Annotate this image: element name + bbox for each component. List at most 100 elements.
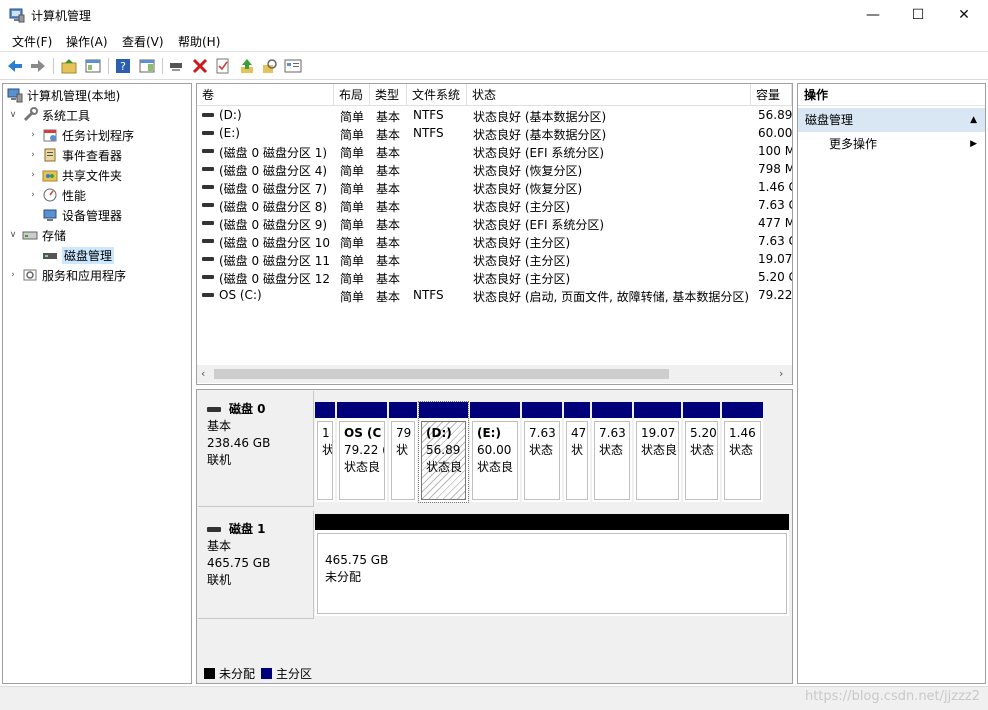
search-icon[interactable]: [261, 57, 279, 75]
partition-block[interactable]: 7.63 状态: [522, 402, 562, 502]
volume-cell: 简单: [340, 182, 365, 196]
expand-icon[interactable]: ›: [27, 170, 39, 180]
partition-block[interactable]: 1.46 状态: [722, 402, 763, 502]
column-header-layout[interactable]: 布局: [334, 84, 370, 106]
action-more-actions[interactable]: 更多操作 ▶: [798, 132, 985, 156]
partition-size: 47: [571, 426, 587, 440]
column-header-capacity[interactable]: 容量: [751, 84, 792, 106]
volume-row[interactable]: (D:) 简单 基本 NTFS 状态良好 (基本数据分区) 56.89: [197, 106, 792, 124]
task-scheduler-icon: [43, 129, 57, 142]
volume-row[interactable]: (磁盘 0 磁盘分区 10) 简单基本 状态良好 (主分区) 7.63 G: [197, 232, 792, 250]
up-arrow-icon[interactable]: [238, 57, 256, 75]
expand-icon[interactable]: ›: [27, 150, 39, 160]
tree-item-computer-management[interactable]: 计算机管理(本地): [7, 86, 120, 104]
disk-0-label[interactable]: 磁盘 0 基本 238.46 GB 联机: [198, 391, 314, 507]
column-header-status[interactable]: 状态: [467, 84, 751, 106]
volume-row[interactable]: (磁盘 0 磁盘分区 4) 简单 基本 状态良好 (恢复分区) 798 M: [197, 160, 792, 178]
partition-block[interactable]: 7.63 状态: [592, 402, 632, 502]
disk-management-icon: [43, 253, 57, 259]
show-hide-tree-icon[interactable]: [84, 57, 102, 75]
properties-pane-icon[interactable]: [138, 57, 156, 75]
partition-content: 5.20 状态: [685, 421, 718, 500]
partition-block[interactable]: (E:) 60.00 状态良: [470, 402, 520, 502]
volume-row[interactable]: (磁盘 0 磁盘分区 8) 简单基本 状态良好 (主分区) 7.63 G: [197, 196, 792, 214]
partition-block[interactable]: OS (C 79.22 (状态良: [337, 402, 387, 502]
minimize-button[interactable]: —: [850, 0, 896, 30]
expand-icon[interactable]: ›: [27, 190, 39, 200]
volume-cell: 56.89: [758, 108, 792, 122]
delete-icon[interactable]: [191, 57, 209, 75]
menu-view[interactable]: 查看(V): [122, 33, 164, 50]
tree-item-task-scheduler[interactable]: › 任务计划程序: [27, 126, 134, 144]
expand-icon[interactable]: ›: [7, 270, 19, 280]
partition-block[interactable]: (D:) 56.89 状态良: [418, 401, 469, 503]
tree-item-services-apps[interactable]: › 服务和应用程序: [7, 266, 126, 284]
disk-name: 磁盘 0: [229, 402, 266, 416]
column-header-filesystem[interactable]: 文件系统: [407, 84, 467, 106]
partition-block-unallocated[interactable]: 465.75 GB 未分配: [315, 514, 789, 616]
column-header-volume[interactable]: 卷: [197, 84, 334, 106]
expand-icon[interactable]: ∨: [7, 110, 19, 120]
tree-item-device-manager[interactable]: 设备管理器: [27, 206, 122, 224]
volume-cell: 状态良好 (基本数据分区): [473, 110, 607, 124]
partition-block[interactable]: 5.20 状态: [683, 402, 720, 502]
menu-help[interactable]: 帮助(H): [178, 33, 220, 50]
expand-icon[interactable]: ›: [27, 130, 39, 140]
volume-cell: 状态良好 (主分区): [473, 272, 571, 286]
volume-row[interactable]: (磁盘 0 磁盘分区 1) 简单 基本 状态良好 (EFI 系统分区) 100 M: [197, 142, 792, 160]
menu-action[interactable]: 操作(A): [66, 33, 108, 50]
volume-cell: 基本: [376, 236, 401, 250]
console-icon[interactable]: [284, 57, 302, 75]
maximize-button[interactable]: ☐: [895, 0, 941, 30]
partition-status: 状: [322, 443, 333, 457]
scroll-left-icon[interactable]: ‹: [201, 367, 205, 380]
volume-row[interactable]: (磁盘 0 磁盘分区 9) 简单 基本 状态良好 (EFI 系统分区) 477 M: [197, 214, 792, 232]
tree-item-event-viewer[interactable]: › 事件查看器: [27, 146, 122, 164]
volume-cell: 79.22: [758, 288, 792, 302]
expand-icon[interactable]: ∨: [7, 230, 19, 240]
close-button[interactable]: ✕: [941, 0, 987, 30]
volume-cell: 状态良好 (恢复分区): [473, 182, 583, 196]
volume-cell: 状态良好 (基本数据分区): [473, 128, 607, 142]
up-folder-icon[interactable]: [60, 57, 78, 75]
partition-bar: [634, 402, 681, 418]
partition-content: (D:) 56.89 状态良: [421, 421, 466, 500]
tree-item-system-tools[interactable]: ∨ 系统工具: [7, 106, 90, 124]
tree-label: 服务和应用程序: [42, 268, 127, 283]
partition-block[interactable]: 47 状: [564, 402, 590, 502]
volume-row[interactable]: (磁盘 0 磁盘分区 7) 简单基本 状态良好 (恢复分区) 1.46 G: [197, 178, 792, 196]
volume-row[interactable]: (磁盘 0 磁盘分区 11) 简单 基本 状态良好 (主分区) 19.07: [197, 250, 792, 268]
back-arrow-icon[interactable]: [6, 57, 24, 75]
partition-bar: [564, 402, 590, 418]
scrollbar-thumb[interactable]: [214, 369, 669, 379]
connect-icon[interactable]: [168, 57, 186, 75]
disk-1-label[interactable]: 磁盘 1 基本 465.75 GB 联机: [198, 511, 314, 619]
partition-block[interactable]: 79 状: [389, 402, 417, 502]
partition-bar: [592, 402, 632, 418]
checklist-icon[interactable]: [214, 57, 232, 75]
tree-label: 存储: [42, 228, 67, 243]
horizontal-scrollbar[interactable]: ‹ ›: [197, 365, 792, 383]
volume-row[interactable]: OS (C:) 简单 基本 NTFS 状态良好 (启动, 页面文件, 故障转储, 基本数…: [197, 286, 792, 304]
tree-item-shared-folders[interactable]: › 共享文件夹: [27, 166, 122, 184]
volume-icon: [202, 113, 214, 117]
menu-file[interactable]: 文件(F): [12, 33, 52, 50]
volume-cell: 19.07: [758, 252, 792, 266]
volume-row[interactable]: (磁盘 0 磁盘分区 12) 简单基本 状态良好 (主分区) 5.20 G: [197, 268, 792, 286]
collapse-up-icon[interactable]: ▲: [970, 108, 977, 132]
scroll-right-icon[interactable]: ›: [779, 367, 783, 380]
volume-icon: [202, 221, 214, 225]
forward-arrow-icon[interactable]: [29, 57, 47, 75]
tree-item-performance[interactable]: › 性能: [27, 186, 86, 204]
tree-item-storage[interactable]: ∨ 存储: [7, 226, 66, 244]
partition-name: (D:): [426, 426, 452, 440]
partition-block[interactable]: 1状: [315, 402, 335, 502]
volume-row[interactable]: (E:) 简单 基本 NTFS 状态良好 (基本数据分区) 60.00: [197, 124, 792, 142]
column-header-type[interactable]: 类型: [370, 84, 407, 106]
partition-block[interactable]: 19.07 状态良: [634, 402, 681, 502]
volume-cell: 基本: [376, 182, 401, 196]
actions-section-disk-management[interactable]: 磁盘管理 ▲: [798, 108, 985, 132]
tree-item-disk-management[interactable]: 磁盘管理: [27, 246, 115, 264]
legend-swatch-primary: [261, 667, 273, 679]
help-icon[interactable]: ?: [114, 57, 132, 75]
